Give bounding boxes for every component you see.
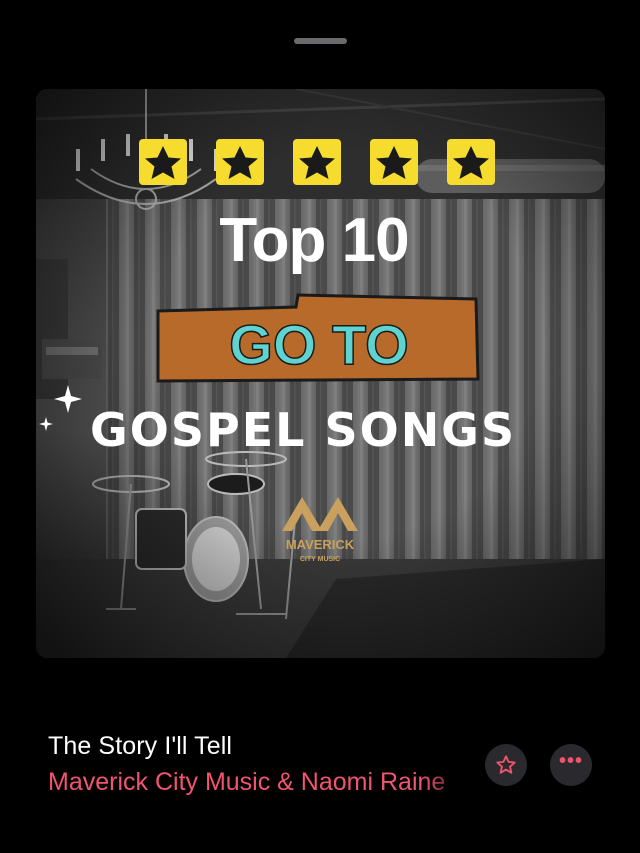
track-title[interactable]: The Story I'll Tell (48, 732, 468, 761)
ellipsis-icon: ••• (558, 749, 583, 772)
sheet-grabber[interactable] (294, 38, 347, 44)
favorite-button[interactable] (485, 744, 527, 786)
artwork-subtitle: GOSPEL SONGS (90, 403, 516, 457)
star-outline-icon (496, 755, 516, 774)
artwork-headline: Top 10 (219, 206, 408, 275)
artwork-banner-text: GO TO (229, 313, 408, 376)
logo-name: MAVERICK (286, 537, 355, 552)
more-options-button[interactable]: ••• (550, 744, 592, 786)
artist-name[interactable]: Maverick City Music & Naomi Raine (48, 768, 473, 797)
logo-tagline: CITY MUSIC (300, 556, 340, 563)
album-artwork: Top 10 GO TO GOSPEL SONGS MAVERICK CITY … (36, 89, 605, 658)
